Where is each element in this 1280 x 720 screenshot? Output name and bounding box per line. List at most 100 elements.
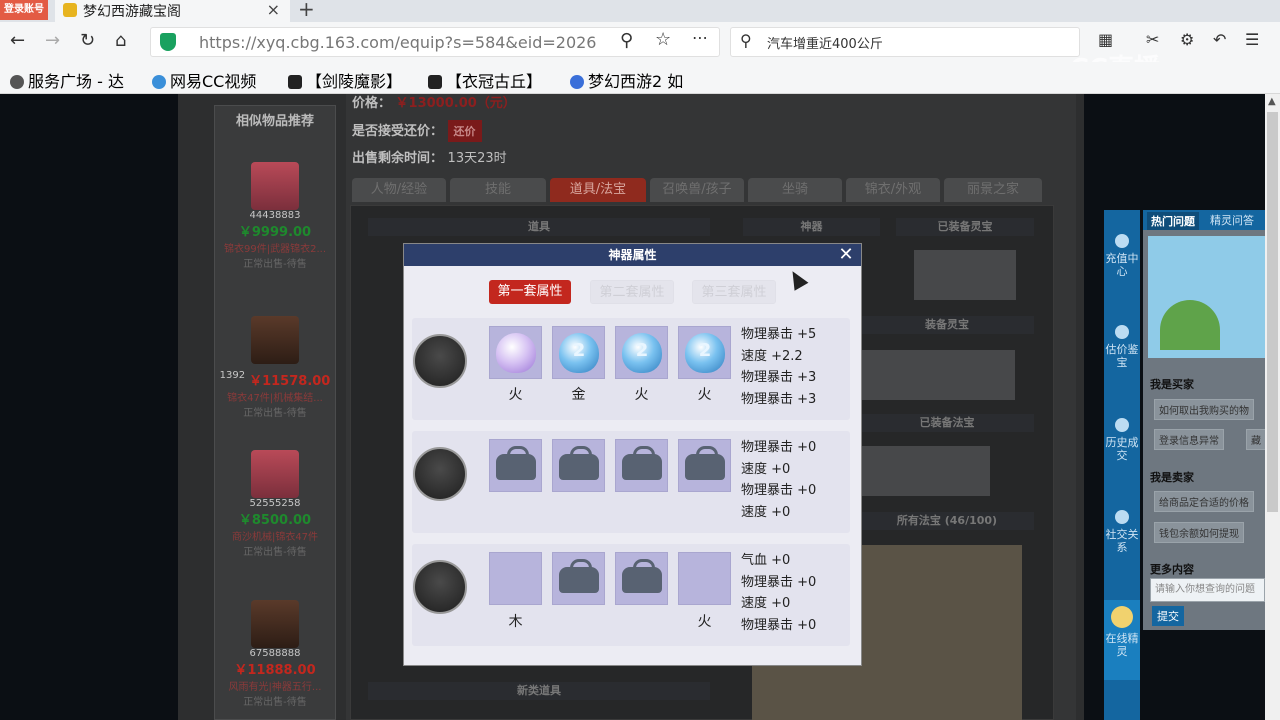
set-tab-1[interactable]: 第一套属性 [489,280,571,304]
browser-tab[interactable]: 梦幻西游藏宝阁 × [55,0,290,22]
gem-slot[interactable]: 2 [678,326,731,379]
tab-skills[interactable]: 技能 [450,178,546,202]
tab-favicon-icon [63,3,77,17]
seller-question[interactable]: 钱包余额如何提现 [1154,522,1244,543]
remaining-row: 出售剩余时间： 13天23时 [352,147,507,166]
bookmark-item[interactable]: 【剑陵魔影】 [288,68,402,92]
set-tab-2[interactable]: 第二套属性 [590,280,674,304]
recharge-button[interactable]: 充值中心 [1104,234,1140,278]
undo-icon[interactable]: ↶ [1213,30,1226,49]
gem-slot[interactable] [489,326,542,379]
menu-icon[interactable]: ☰ [1245,30,1259,49]
locked-slot[interactable] [615,439,668,492]
gem-slot[interactable]: 2 [552,326,605,379]
stat-line: 速度 +2.2 [741,349,803,364]
tools-icon[interactable]: ⚙ [1180,30,1194,49]
recommend-item[interactable]: 67588888 ￥11888.00 风雨有光|神器五行... 正常出售-待售 [214,600,336,708]
bookmark-item[interactable]: 梦幻西游2 如 [570,68,683,92]
avatar [251,162,299,210]
more-icon[interactable]: ⋯ [692,28,708,47]
cut-icon[interactable]: ✂ [1146,30,1159,49]
buyer-question[interactable]: 藏 [1246,429,1266,450]
locked-slot[interactable] [552,439,605,492]
people-icon [1115,510,1129,524]
search-input[interactable]: 汽车增重近400公斤 [730,27,1080,57]
lock-icon [622,446,662,480]
help-input[interactable]: 请输入你想查询的问题 [1150,578,1265,602]
reload-icon[interactable]: ↻ [80,30,95,51]
new-items-head: 新类道具 [368,682,710,700]
tab-outfits[interactable]: 锦衣/外观 [846,178,940,202]
buyer-question[interactable]: 如何取出我购买的物 [1154,399,1254,420]
appraise-button[interactable]: 估价鉴宝 [1104,325,1140,369]
buyer-question[interactable]: 登录信息异常 [1154,429,1224,450]
tab-home[interactable]: 丽景之家 [944,178,1042,202]
set-tab-3[interactable]: 第三套属性 [692,280,776,304]
artifact-panel-head: 神器 [743,218,880,236]
tab-sprite-qa[interactable]: 精灵问答 [1210,212,1254,228]
locked-slot[interactable] [615,552,668,605]
stat-line: 速度 +0 [741,596,791,611]
tab-items[interactable]: 道具/法宝 [550,178,646,202]
locked-slot[interactable] [489,439,542,492]
artifact-lock-icon [413,447,467,501]
tab-close-button[interactable]: × [267,0,280,19]
history-button[interactable]: 历史成交 [1104,418,1140,462]
url-text: https://xyq.cbg.163.com/equip?s=584&eid=… [199,32,597,52]
bookmark-item[interactable]: 网易CC视频 [152,68,256,92]
lock-icon [559,446,599,480]
empty-slot[interactable] [678,552,731,605]
online-sprite-button[interactable]: 在线精灵 [1104,600,1140,680]
recommend-item[interactable]: 52555258 ￥8500.00 商沙机械|锦衣47件 正常出售-待售 [214,450,336,558]
tool-label: 充值中心 [1105,252,1139,278]
star-icon[interactable]: ☆ [655,29,671,50]
address-bar[interactable]: https://xyq.cbg.163.com/equip?s=584&eid=… [150,27,720,57]
apps-icon[interactable]: ▦ [1098,30,1113,49]
tab-pets[interactable]: 召唤兽/孩子 [650,178,744,202]
gem-slot[interactable]: 2 [615,326,668,379]
item-status: 正常出售-待售 [243,547,307,558]
scroll-up-icon[interactable]: ▲ [1268,96,1276,107]
tab-hot-questions[interactable]: 热门问题 [1147,212,1199,230]
bookmark-label: 梦幻西游2 如 [588,72,684,91]
forward-arrow-icon[interactable]: → [45,30,60,51]
help-submit-button[interactable]: 提交 [1152,606,1184,626]
bookmark-item[interactable]: 【衣冠古丘】 [428,68,542,92]
scrollbar-thumb[interactable] [1267,112,1278,512]
dashen-icon [288,75,302,89]
spirit-slot[interactable] [914,250,1016,300]
locked-slot[interactable] [552,552,605,605]
item-status: 正常出售-待售 [243,408,307,419]
fabao-equipped-head: 已装备法宝 [860,414,1034,432]
new-tab-button[interactable]: + [298,0,315,21]
home-icon[interactable]: ⌂ [115,30,126,51]
spirit-slot[interactable] [860,350,1015,400]
tab-character[interactable]: 人物/经验 [352,178,446,202]
seller-heading: 我是卖家 [1150,471,1194,484]
purple-gem-icon [496,333,536,373]
login-badge[interactable]: 登录账号 [0,0,48,20]
item-price: ￥9999.00 [238,225,312,240]
seller-question[interactable]: 给商品定合适的价格 [1154,491,1254,512]
bookmark-label: 【剑陵魔影】 [306,72,403,91]
stat-line: 速度 +0 [741,462,791,477]
social-button[interactable]: 社交关系 [1104,510,1140,554]
locked-slot[interactable] [678,439,731,492]
recommend-item[interactable]: 1392 ￥11578.00 锦衣47件|机械集结... 正常出售-待售 [214,316,336,419]
modal-close-button[interactable]: ✕ [836,244,856,266]
stat-line: 物理暴击 +3 [741,392,817,407]
remaining-value: 13天23时 [447,151,507,166]
bookmark-item[interactable]: 服务广场 - 达 [10,68,124,92]
stat-line: 速度 +0 [741,505,791,520]
bargain-button[interactable]: 还价 [447,120,482,142]
fabao-slot[interactable] [860,446,990,496]
tab-mounts[interactable]: 坐骑 [748,178,842,202]
back-arrow-icon[interactable]: ← [10,30,25,51]
search-text: 汽车增重近400公斤 [767,36,883,52]
recommend-item[interactable]: 44438883 ￥9999.00 锦衣99件|武器锦衣2... 正常出售-待售 [214,162,336,270]
empty-slot[interactable] [489,552,542,605]
stat-line: 气血 +0 [741,553,791,568]
blue-gem-icon: 2 [685,333,725,373]
item-id: 52555258 [249,498,301,509]
zoom-icon[interactable]: ⚲ [620,30,633,51]
